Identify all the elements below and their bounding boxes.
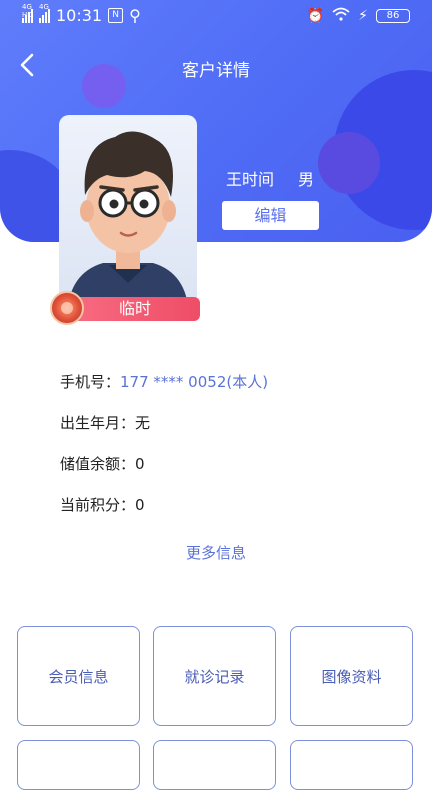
decor-circle xyxy=(318,132,380,194)
usb-icon: ⚲ xyxy=(129,6,141,25)
alarm-icon: ⏰ xyxy=(306,8,325,24)
signal-icon: 4G xyxy=(39,3,50,23)
customer-name: 王时间 xyxy=(226,170,275,189)
badge-label: 临时 xyxy=(70,297,200,321)
battery-icon: 86 xyxy=(376,9,410,23)
member-info-tile[interactable]: 会员信息 xyxy=(17,626,140,726)
info-row-points: 当前积分：0 xyxy=(60,494,145,515)
edit-button[interactable]: 编辑 xyxy=(222,201,319,230)
info-row-balance: 储值余额：0 xyxy=(60,453,145,474)
phone-value[interactable]: 177 **** 0052(本人) xyxy=(120,373,268,391)
info-row-birth: 出生年月：无 xyxy=(60,412,150,433)
status-bar: 4G HD 4G 10:31 N ⚲ ⏰ ⚡ 86 xyxy=(0,0,432,34)
info-row-phone: 手机号：177 **** 0052(本人) xyxy=(60,371,268,392)
info-label: 储值余额： xyxy=(60,455,136,473)
tile-partial[interactable] xyxy=(153,740,276,790)
avatar xyxy=(59,115,197,315)
info-value: 0 xyxy=(135,496,145,514)
tile-partial[interactable] xyxy=(290,740,413,790)
info-label: 出生年月： xyxy=(60,414,136,432)
nfc-icon: N xyxy=(108,8,124,23)
info-value: 0 xyxy=(135,455,145,473)
image-data-tile[interactable]: 图像资料 xyxy=(290,626,413,726)
info-value: 无 xyxy=(135,414,151,432)
info-label: 手机号： xyxy=(60,373,121,391)
wifi-icon xyxy=(332,7,350,25)
charging-icon: ⚡ xyxy=(358,8,368,24)
more-info-link[interactable]: 更多信息 xyxy=(0,542,432,563)
tile-partial[interactable] xyxy=(17,740,140,790)
medal-icon xyxy=(50,291,84,325)
page-title: 客户详情 xyxy=(182,61,250,81)
member-badge: 临时 xyxy=(48,291,200,325)
status-time: 10:31 xyxy=(56,6,103,25)
signal-icon: 4G HD xyxy=(22,3,33,23)
info-label: 当前积分： xyxy=(60,496,136,514)
customer-gender: 男 xyxy=(298,170,315,189)
visit-records-tile[interactable]: 就诊记录 xyxy=(153,626,276,726)
